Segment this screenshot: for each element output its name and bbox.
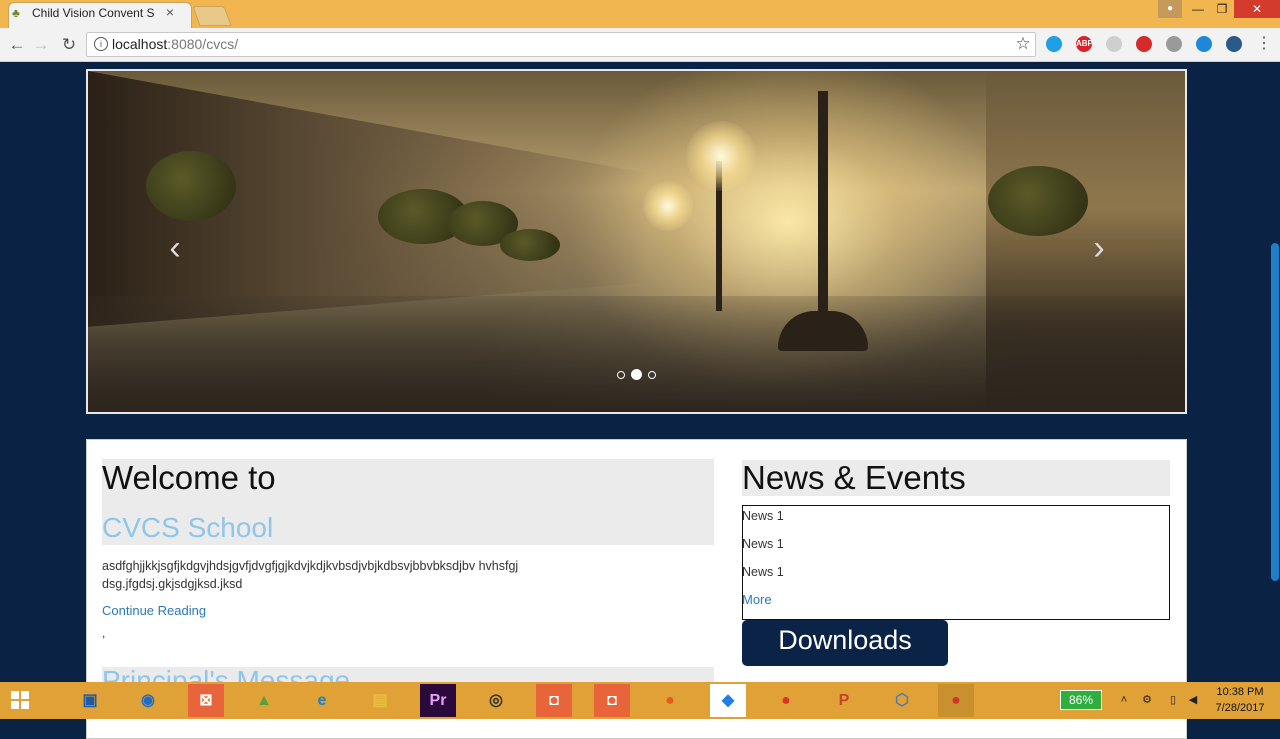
slide-tree xyxy=(500,229,560,261)
network-icon[interactable]: ⚙ xyxy=(1140,692,1154,708)
chrome-active-icon[interactable]: ● xyxy=(938,684,974,717)
tray-expand-icon[interactable]: ˄ xyxy=(1117,692,1131,708)
downloads-button[interactable]: Downloads xyxy=(742,620,948,666)
url-text[interactable]: localhost:8080/cvcs/ xyxy=(112,36,238,52)
internet-explorer-icon[interactable]: e xyxy=(304,684,340,717)
screen-capture-icon[interactable]: ◘ xyxy=(536,684,572,717)
welcome-heading: Welcome to xyxy=(102,459,276,496)
window-restore-button[interactable]: ❐ xyxy=(1208,0,1236,18)
news-more-link[interactable]: More xyxy=(742,592,772,607)
slide-tree xyxy=(988,166,1088,236)
news-events-heading: News & Events xyxy=(742,459,966,496)
news-item[interactable]: News 1 xyxy=(742,537,784,551)
stray-text: , xyxy=(102,626,106,640)
task-view-icon[interactable]: ▣ xyxy=(72,684,108,717)
camera-capture-icon[interactable]: ◘ xyxy=(594,684,630,717)
chrome-icon[interactable]: ● xyxy=(768,684,804,717)
file-explorer-icon[interactable]: ▤ xyxy=(362,684,398,717)
media-player-icon[interactable]: ◎ xyxy=(478,684,514,717)
url-path: :8080/cvcs/ xyxy=(167,36,239,52)
battery-tray-icon[interactable]: ▯ xyxy=(1166,692,1180,708)
browser-titlebar xyxy=(0,0,1280,28)
clock-time[interactable]: 10:38 PM xyxy=(1210,686,1270,698)
tab-title: Child Vision Convent Sch xyxy=(32,6,154,20)
premiere-pro-icon[interactable]: Pr xyxy=(420,684,456,717)
virtualbox-icon[interactable]: ⬡ xyxy=(884,684,920,717)
windows-logo-icon xyxy=(11,691,29,709)
reload-icon[interactable]: ↻ xyxy=(58,34,80,56)
slide-lamp-glow xyxy=(686,121,756,191)
welcome-paragraph: asdfghjjkkjsgfjkdgvjhdsjgvfjdvgfjgjkdvjk… xyxy=(102,559,519,591)
browser-menu-icon[interactable]: ⋮ xyxy=(1256,34,1272,54)
grey-extension-icon[interactable] xyxy=(1166,36,1182,52)
back-arrow-icon[interactable]: ← xyxy=(6,34,28,56)
dark-extension-icon[interactable] xyxy=(1226,36,1242,52)
school-favicon-icon: ♣ xyxy=(12,6,20,20)
firefox-icon[interactable]: ● xyxy=(652,684,688,717)
windows-start-button[interactable] xyxy=(0,682,40,719)
volume-icon[interactable]: ◀ xyxy=(1186,692,1200,708)
site-info-icon[interactable]: i xyxy=(94,37,108,51)
carousel-indicator-active[interactable] xyxy=(631,369,642,380)
carousel-prev-arrow[interactable]: ‹ xyxy=(162,231,188,265)
carousel-indicator[interactable] xyxy=(617,371,625,379)
slide-lamp-post xyxy=(818,91,828,341)
tab-close-button[interactable]: × xyxy=(162,3,178,21)
carousel-indicator[interactable] xyxy=(648,371,656,379)
school-name-heading: CVCS School xyxy=(102,512,274,543)
user-profile-icon[interactable]: ● xyxy=(1158,0,1182,18)
browser-globe-icon[interactable]: ◉ xyxy=(130,684,166,717)
news-item[interactable]: News 1 xyxy=(742,509,784,523)
forward-arrow-icon[interactable]: → xyxy=(30,34,52,56)
carousel-next-arrow[interactable]: › xyxy=(1086,231,1112,265)
powerpoint-icon[interactable]: P xyxy=(826,684,862,717)
android-studio-icon[interactable]: ▲ xyxy=(246,684,282,717)
battery-indicator[interactable]: 86% xyxy=(1060,690,1102,710)
url-host: localhost xyxy=(112,36,168,52)
adblock-plus-icon[interactable]: ABP xyxy=(1076,36,1093,52)
scrollbar-thumb[interactable] xyxy=(1271,243,1279,581)
news-list xyxy=(742,505,1170,620)
cube-extension-icon[interactable] xyxy=(1106,36,1122,52)
slide-street xyxy=(88,296,1185,412)
continue-reading-link[interactable]: Continue Reading xyxy=(102,603,206,618)
window-close-button[interactable]: ✕ xyxy=(1234,0,1280,18)
image-carousel: ‹ › xyxy=(86,69,1187,414)
pocket-extension-icon[interactable] xyxy=(1196,36,1212,52)
red-extension-icon[interactable] xyxy=(1136,36,1152,52)
news-item[interactable]: News 1 xyxy=(742,565,784,579)
slide-tree xyxy=(146,151,236,221)
clock-date[interactable]: 7/28/2017 xyxy=(1210,702,1270,714)
xampp-icon[interactable]: ⊠ xyxy=(188,684,224,717)
bookmark-star-icon[interactable]: ☆ xyxy=(1014,34,1032,54)
dropbox-icon[interactable]: ◆ xyxy=(710,684,746,717)
slide-lamp-glow xyxy=(643,181,693,231)
extension-blue-icon[interactable] xyxy=(1046,36,1062,52)
new-tab-button[interactable] xyxy=(192,6,232,26)
